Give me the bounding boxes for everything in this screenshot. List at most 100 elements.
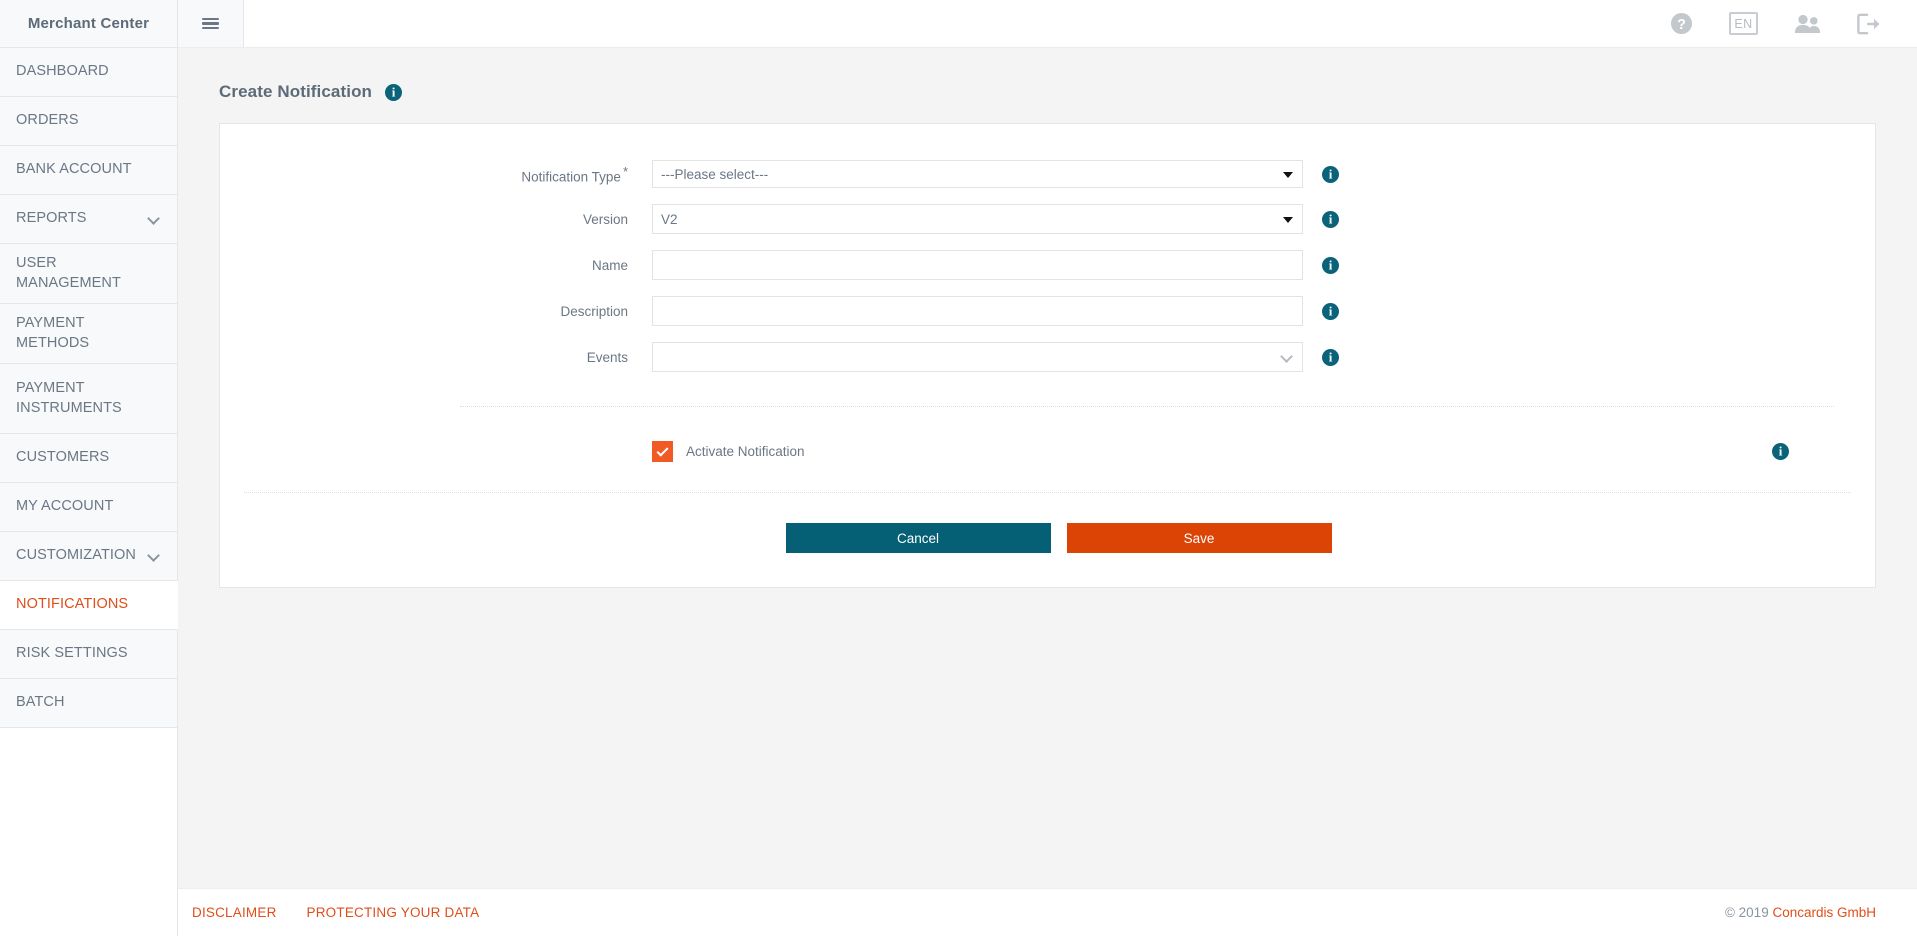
actions-divider [244, 492, 1851, 493]
chevron-down-icon [147, 549, 161, 563]
sidebar-item-payment-methods[interactable]: PAYMENT METHODS [0, 304, 177, 365]
label-text: Name [591, 257, 628, 273]
activate-notification-row: Activate Notification i [220, 441, 1875, 462]
info-icon[interactable]: i [385, 83, 403, 101]
version-select[interactable] [652, 204, 1303, 234]
sidebar-nav: DASHBOARD ORDERS BANK ACCOUNT REPORTS US… [0, 48, 178, 729]
field-control-version [652, 204, 1303, 234]
info-glyph: i [1328, 349, 1333, 364]
form-row-name: Name i [220, 250, 1875, 280]
app-root: Merchant Center DASHBOARD ORDERS BANK AC… [0, 0, 1917, 936]
logout-icon[interactable] [1857, 13, 1881, 35]
info-icon-notification-type[interactable]: i [1322, 165, 1339, 183]
sidebar-item-my-account[interactable]: MY ACCOUNT [0, 483, 177, 533]
sidebar-item-label: MY ACCOUNT [16, 498, 114, 515]
sidebar-item-risk-settings[interactable]: RISK SETTINGS [0, 630, 177, 680]
footer-link-protecting-your-data[interactable]: PROTECTING YOUR DATA [307, 905, 480, 920]
field-control-description [652, 296, 1303, 326]
field-label-notification-type: Notification Type * [220, 164, 652, 185]
sidebar-item-notifications[interactable]: NOTIFICATIONS [0, 581, 178, 631]
info-glyph: i [1778, 443, 1783, 459]
info-glyph: i [1328, 211, 1333, 226]
sidebar: Merchant Center DASHBOARD ORDERS BANK AC… [0, 0, 178, 936]
cancel-button[interactable]: Cancel [785, 523, 1051, 553]
field-control-name [652, 250, 1303, 280]
users-icon[interactable] [1794, 14, 1821, 34]
sidebar-item-bank-account[interactable]: BANK ACCOUNT [0, 146, 177, 195]
footer: DISCLAIMER PROTECTING YOUR DATA © 2019 C… [178, 888, 1917, 936]
checkbox-info-wrap: i [1772, 443, 1789, 460]
form-actions: Cancel Save [220, 523, 1875, 553]
main-content: Create Notification i Notification Type *… [178, 48, 1917, 888]
copyright-brand: Concardis GmbH [1772, 905, 1876, 920]
sidebar-item-reports[interactable]: REPORTS [0, 195, 177, 244]
sidebar-item-orders[interactable]: ORDERS [0, 97, 177, 146]
save-button[interactable]: Save [1066, 523, 1332, 553]
info-glyph: i [1328, 303, 1333, 318]
hamburger-bar [202, 26, 219, 30]
footer-link-disclaimer[interactable]: DISCLAIMER [192, 905, 277, 920]
field-control-notification-type [652, 160, 1303, 188]
sidebar-item-label: REPORTS [16, 210, 87, 227]
required-marker: * [622, 163, 628, 179]
info-glyph: i [391, 84, 396, 99]
sidebar-filler [0, 728, 178, 936]
activate-notification-checkbox[interactable] [652, 441, 673, 462]
hamburger-bar [202, 22, 219, 25]
sidebar-item-customers[interactable]: CUSTOMERS [0, 434, 177, 484]
sidebar-item-label: DASHBOARD [16, 63, 109, 80]
topbar-icon-group: ? EN [1670, 12, 1917, 35]
topbar: ? EN [178, 0, 1917, 48]
form-row-events: Events i [220, 342, 1875, 372]
hamburger-bar [202, 17, 219, 21]
label-text: Notification Type [521, 169, 621, 185]
description-input[interactable] [652, 296, 1303, 326]
field-label-description: Description [220, 304, 652, 319]
form-row-version: Version i [220, 204, 1875, 234]
sidebar-item-label: PAYMENT METHODS [16, 315, 90, 351]
page-title: Create Notification [219, 82, 373, 101]
sidebar-item-dashboard[interactable]: DASHBOARD [0, 48, 177, 97]
sidebar-item-user-management[interactable]: USER MANAGEMENT [0, 244, 177, 305]
field-label-name: Name [220, 258, 652, 273]
sidebar-item-label: CUSTOMIZATION [16, 547, 136, 564]
create-notification-panel: Notification Type* i Version [219, 123, 1876, 588]
label-text: Version [582, 211, 628, 227]
info-icon-description[interactable]: i [1322, 302, 1339, 320]
events-multiselect[interactable] [652, 342, 1303, 372]
sidebar-item-label: ORDERS [16, 112, 79, 129]
sidebar-item-customization[interactable]: CUSTOMIZATION [0, 532, 177, 582]
activate-notification-label: Activate Notification [686, 444, 805, 459]
brand-title: Merchant Center [0, 0, 178, 48]
language-selector[interactable]: EN [1729, 12, 1758, 35]
field-control-events [652, 342, 1303, 372]
sidebar-item-batch[interactable]: BATCH [0, 679, 177, 729]
label-text: Description [560, 303, 628, 319]
sidebar-item-label: NOTIFICATIONS [16, 596, 129, 613]
svg-text:?: ? [1677, 17, 1686, 33]
footer-copyright: © 2019 Concardis GmbH [1725, 905, 1876, 920]
page-header: Create Notification i [178, 48, 1917, 102]
sidebar-item-label: RISK SETTINGS [16, 645, 128, 662]
form-row-notification-type: Notification Type* i [220, 160, 1875, 188]
name-input[interactable] [652, 250, 1303, 280]
sidebar-item-label: CUSTOMERS [16, 449, 110, 466]
info-glyph: i [1328, 257, 1333, 272]
footer-links: DISCLAIMER PROTECTING YOUR DATA [192, 905, 479, 920]
info-icon-version[interactable]: i [1322, 210, 1339, 228]
sidebar-item-payment-instruments[interactable]: PAYMENT INSTRUMENTS [0, 364, 177, 435]
hamburger-icon[interactable] [178, 0, 244, 47]
info-icon-name[interactable]: i [1322, 256, 1339, 274]
field-label-events: Events [220, 350, 652, 365]
info-icon-activate-notification[interactable]: i [1772, 443, 1789, 460]
info-glyph: i [1328, 166, 1333, 181]
sidebar-item-label: USER MANAGEMENT [16, 255, 121, 291]
help-icon[interactable]: ? [1670, 12, 1693, 35]
info-icon-events[interactable]: i [1322, 348, 1339, 366]
label-text: Events [586, 349, 628, 365]
sidebar-item-label: BANK ACCOUNT [16, 161, 132, 178]
notification-type-select[interactable] [652, 160, 1303, 188]
sidebar-item-label: BATCH [16, 694, 65, 711]
sidebar-item-label: PAYMENT INSTRUMENTS [16, 380, 122, 416]
check-icon [656, 444, 669, 457]
